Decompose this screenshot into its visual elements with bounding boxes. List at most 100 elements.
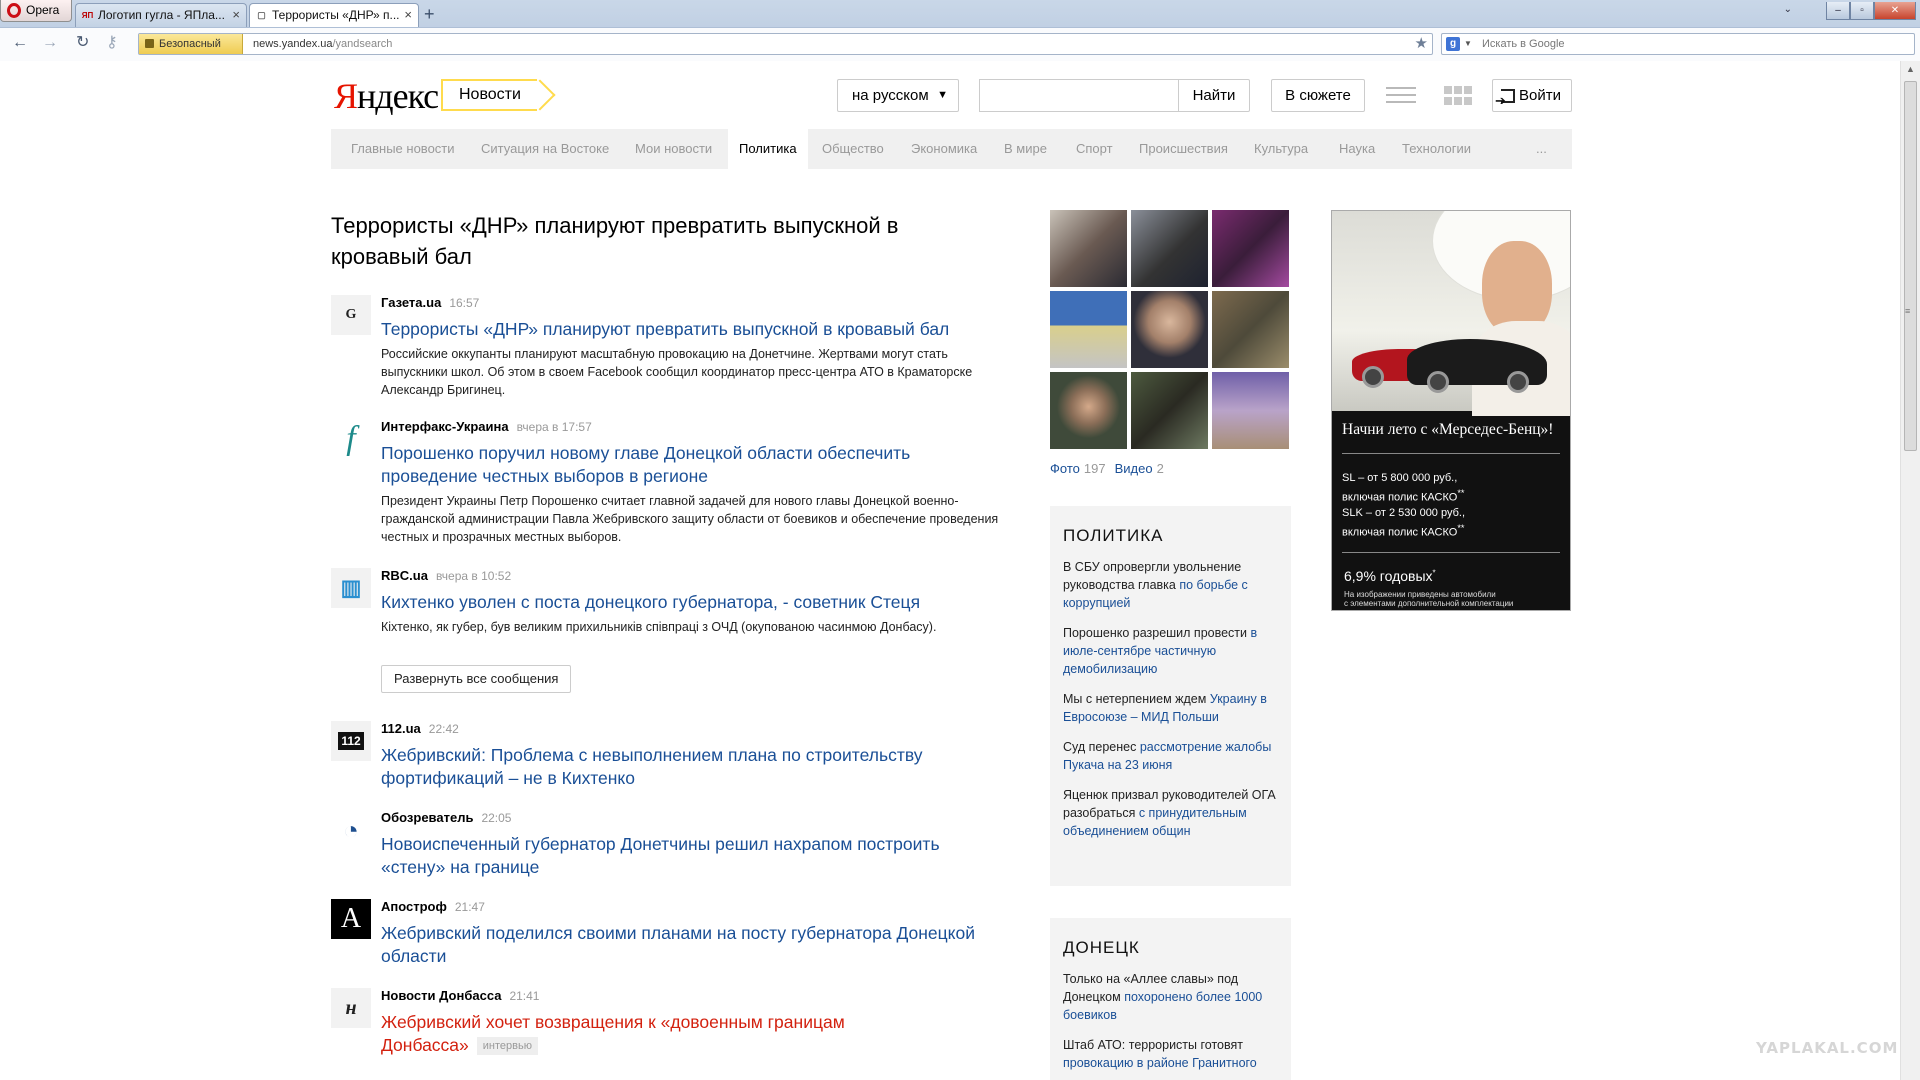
ad-price-line: SLK – от 2 530 000 руб., [1342,506,1466,519]
novosti-donbassa-logo-icon[interactable]: н [331,988,371,1028]
rubric-item-active[interactable]: Политика [728,129,808,173]
rubric-item[interactable]: Спорт [1076,129,1113,169]
rubric-item[interactable]: Экономика [911,129,977,169]
photo-thumbnail[interactable] [1212,210,1289,287]
news-title-link[interactable]: Террористы «ДНР» планируют превратить вы… [381,318,1001,341]
search-button[interactable]: Найти [1178,79,1250,112]
ad-divider [1342,552,1560,553]
story-button[interactable]: В сюжете [1271,79,1365,112]
photo-thumbnail[interactable] [1050,210,1127,287]
source-name[interactable]: RBC.ua [381,568,428,583]
photo-thumbnail[interactable] [1212,372,1289,449]
rubric-item[interactable]: Общество [822,129,884,169]
tab-list-chevron-icon[interactable]: ⌄ [1784,4,1792,15]
login-button[interactable]: Войти [1492,79,1572,116]
engine-dropdown-icon[interactable]: ▼ [1464,34,1472,54]
tab-news[interactable]: ▢ Террористы «ДНР» п... × [249,3,419,28]
opera-menu-button[interactable]: Opera [0,0,72,22]
photo-thumbnail[interactable] [1131,372,1208,449]
news-search-input[interactable] [979,79,1179,112]
rubric-item[interactable]: Ситуация на Востоке [481,129,609,169]
tab-yaplakal[interactable]: ЯП Логотип гугла - ЯПла... × [75,3,247,27]
source-name[interactable]: Газета.ua [381,295,441,310]
panel-title[interactable]: ДОНЕЦК [1063,938,1278,958]
news-title-link[interactable]: Новоиспеченный губернатор Донетчины реши… [381,833,1001,879]
news-link[interactable]: провокацию в районе Гранитного [1063,1056,1257,1070]
rubric-item[interactable]: Наука [1339,129,1375,169]
google-icon[interactable]: g [1446,37,1460,51]
photo-thumbnail[interactable] [1131,291,1208,368]
interfax-logo-icon[interactable]: f [331,419,371,459]
photo-link[interactable]: Фото [1050,461,1080,476]
apps-grid-icon[interactable] [1444,86,1473,105]
news-meta: RBC.ua вчера в 10:52 [381,568,511,583]
url-text[interactable]: news.yandex.ua/yandsearch [253,34,392,54]
112-logo-icon[interactable]: 112 [331,721,371,761]
rubric-item[interactable]: Происшествия [1139,129,1228,169]
source-name[interactable]: Новости Донбасса [381,988,501,1003]
video-link[interactable]: Видео [1115,461,1153,476]
reload-icon[interactable]: ↻ [76,34,89,52]
back-icon[interactable]: ← [12,34,28,52]
news-title-link[interactable]: Кихтенко уволен с поста донецкого губерн… [381,591,1001,614]
news-title-link[interactable]: Порошенко поручил новому главе Донецкой … [381,442,1001,488]
security-badge[interactable]: Безопасный [139,34,243,54]
source-name[interactable]: Интерфакс-Украина [381,419,509,434]
forward-icon[interactable]: → [42,34,58,52]
browser-search-input[interactable]: g ▼ Искать в Google [1441,33,1915,55]
news-title-link[interactable]: Жебривский хочет возвращения к «довоенны… [381,1011,1001,1057]
photo-thumbnail[interactable] [1050,291,1127,368]
scroll-thumb[interactable] [1904,81,1917,451]
scroll-up-icon[interactable]: ▲ [1906,64,1915,74]
rubric-item[interactable]: В мире [1004,129,1047,169]
panel-title[interactable]: ПОЛИТИКА [1063,526,1278,546]
close-window-icon[interactable]: ✕ [1874,2,1916,20]
mercedes-ad-banner[interactable]: Начни лето с «Мерседес-Бенц»! SL – от 5 … [1331,210,1571,611]
photo-thumbnail[interactable] [1050,372,1127,449]
news-title-link[interactable]: Жебривский поделился своими планами на п… [381,922,1001,968]
login-label: Войти [1519,87,1561,104]
new-tab-icon[interactable]: + [424,3,435,25]
rubric-item[interactable]: Технологии [1402,129,1471,169]
rubric-item[interactable]: Главные новости [351,129,455,169]
news-meta: Газета.ua 16:57 [381,295,479,310]
obozrevatel-logo-icon[interactable]: ◔ [331,810,371,850]
browser-chrome: Opera ЯП Логотип гугла - ЯПла... × ▢ Тер… [0,0,1920,61]
source-name[interactable]: Обозреватель [381,810,473,825]
rubric-more[interactable]: ... [1536,129,1547,169]
maximize-icon[interactable]: ▫ [1850,2,1874,20]
close-tab-icon[interactable]: × [404,4,412,26]
key-icon[interactable]: ⚷ [106,34,118,52]
bookmark-star-icon[interactable]: ★ [1415,34,1428,53]
rubric-item[interactable]: Мои новости [635,129,712,169]
source-logo-icon[interactable]: G [331,295,371,335]
yandex-logo[interactable]: Яндекс [334,75,439,117]
service-label[interactable]: Новости [441,79,537,111]
panel-news-item: Суд перенес рассмотрение жалобы Пукача н… [1063,738,1278,774]
news-title-link[interactable]: Жебривский: Проблема с невыполнением пла… [381,744,1001,790]
rubric-item[interactable]: Культура [1254,129,1308,169]
112-logo-text: 112 [338,732,364,750]
tab-bar: Opera ЯП Логотип гугла - ЯПла... × ▢ Тер… [0,0,1920,28]
news-snippet: Президент Украины Петр Порошенко считает… [381,494,999,544]
page-scrollbar[interactable]: ▲ ≡ [1900,61,1920,1080]
lock-icon [145,39,154,48]
ad-note: с элементами дополнительной комплектации [1344,599,1514,608]
scroll-grip-icon: ≡ [1905,306,1911,316]
address-bar[interactable]: Безопасный news.yandex.ua/yandsearch ★ [138,33,1433,55]
close-tab-icon[interactable]: × [232,4,240,26]
settings-sliders-icon[interactable] [1386,87,1416,105]
language-select[interactable]: на русском ▼ [837,79,959,112]
photo-thumbnail[interactable] [1131,210,1208,287]
expand-all-button[interactable]: Развернуть все сообщения [381,665,572,693]
photo-count: 197 [1083,461,1106,476]
minimize-icon[interactable]: – [1826,2,1850,20]
watermark: YAPLAKAL.COM [1756,1039,1899,1057]
rbc-logo-icon[interactable]: ▥ [331,568,371,608]
apostrof-logo-icon[interactable]: A [331,899,371,939]
news-item: f Интерфакс-Украина вчера в 17:57 Порошен… [331,419,1011,544]
photo-thumbnail[interactable] [1212,291,1289,368]
source-name[interactable]: Апостроф [381,899,447,914]
opera-label: Opera [26,3,60,17]
source-name[interactable]: 112.ua [381,721,421,736]
